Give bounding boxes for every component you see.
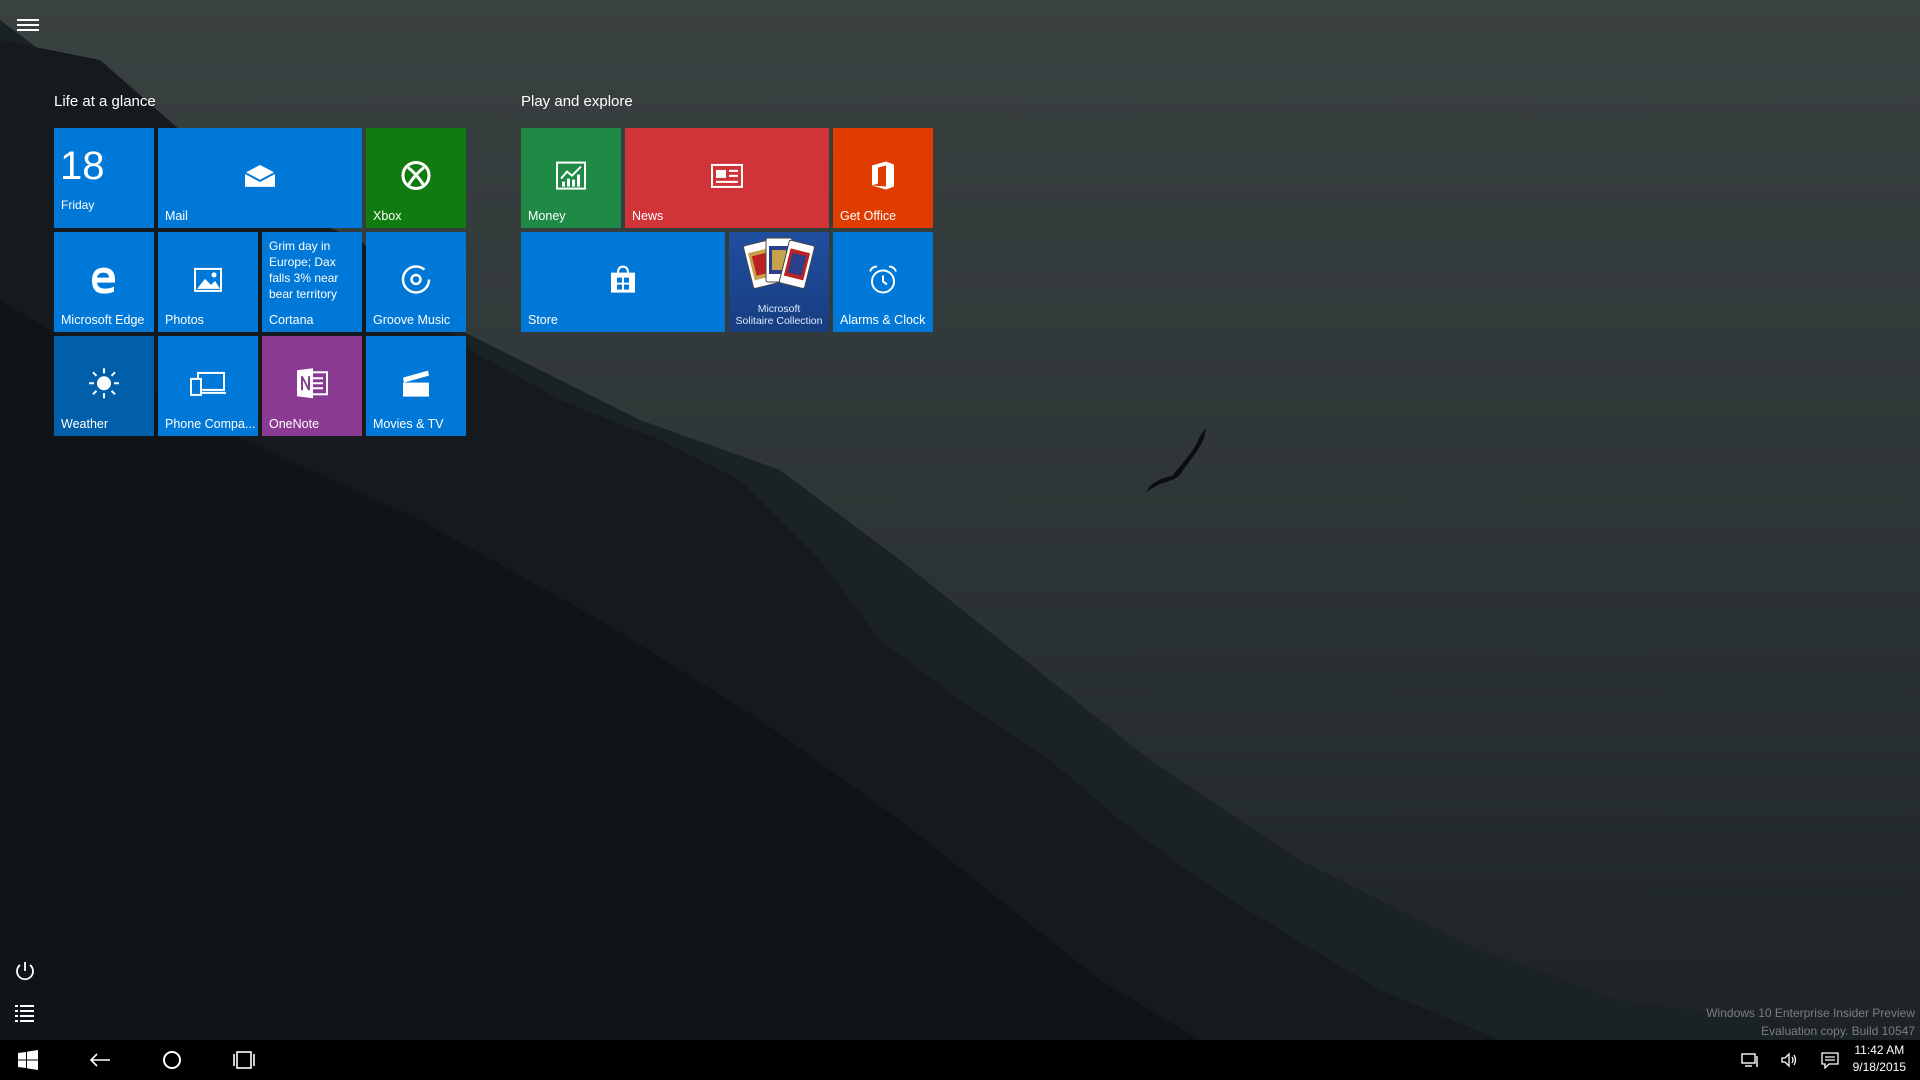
build-watermark: Windows 10 Enterprise Insider Preview Ev… xyxy=(1706,1004,1915,1040)
weather-label: Weather xyxy=(61,417,109,431)
windows-start-icon xyxy=(18,1050,38,1070)
get-office-tile[interactable]: Get Office xyxy=(833,128,933,228)
clock-time: 11:42 AM xyxy=(1854,1043,1905,1057)
office-icon xyxy=(872,161,894,190)
groove-music-icon xyxy=(401,265,431,294)
calendar-tile[interactable]: 18 Friday xyxy=(54,128,154,228)
edge-tile[interactable]: Microsoft Edge xyxy=(54,232,154,332)
back-button[interactable] xyxy=(80,1040,120,1080)
alarms-clock-label: Alarms & Clock xyxy=(840,313,926,327)
alarms-clock-tile[interactable]: Alarms & Clock xyxy=(833,232,933,332)
movies-tv-icon xyxy=(403,370,429,397)
search-button[interactable] xyxy=(152,1040,192,1080)
store-label: Store xyxy=(528,313,558,327)
news-tile[interactable]: News xyxy=(625,128,829,228)
news-icon xyxy=(711,163,743,188)
phone-companion-label: Phone Compa... xyxy=(165,417,256,431)
task-view-button[interactable] xyxy=(224,1040,264,1080)
task-view-icon xyxy=(233,1051,255,1069)
network-icon xyxy=(1741,1053,1758,1067)
calendar-date: 18 xyxy=(60,144,105,188)
mail-label: Mail xyxy=(165,209,188,223)
taskbar-clock[interactable]: 11:42 AM 9/18/2015 xyxy=(1853,1042,1906,1076)
edge-label: Microsoft Edge xyxy=(61,313,145,327)
xbox-label: Xbox xyxy=(373,209,402,223)
search-circle-icon xyxy=(163,1051,181,1069)
money-label: Money xyxy=(528,209,566,223)
movies-tv-label: Movies & TV xyxy=(373,417,444,431)
groove-music-tile[interactable]: Groove Music xyxy=(366,232,466,332)
store-tile[interactable]: Store xyxy=(521,232,725,332)
watermark-line2: Evaluation copy. Build 10547 xyxy=(1761,1024,1915,1038)
back-arrow-icon xyxy=(89,1053,110,1067)
calendar-day: Friday xyxy=(61,198,95,212)
money-tile[interactable]: Money xyxy=(521,128,621,228)
xbox-icon xyxy=(401,160,431,190)
weather-tile[interactable]: Weather xyxy=(54,336,154,436)
solitaire-label-line2: Solitaire Collection xyxy=(735,315,823,327)
cortana-headline: Grim day in Europe; Dax falls 3% near be… xyxy=(269,239,339,301)
solitaire-label: Microsoft Solitaire Collection xyxy=(729,303,829,327)
mail-tile[interactable]: Mail xyxy=(158,128,362,228)
groove-music-label: Groove Music xyxy=(373,313,451,327)
get-office-label: Get Office xyxy=(840,209,897,223)
action-center-icon xyxy=(1821,1052,1839,1069)
photos-icon xyxy=(194,267,222,292)
cortana-tile[interactable]: Grim day in Europe; Dax falls 3% near be… xyxy=(262,232,362,332)
volume-icon xyxy=(1781,1052,1797,1068)
solitaire-label-line1: Microsoft xyxy=(757,303,801,315)
watermark-line1: Windows 10 Enterprise Insider Preview xyxy=(1706,1006,1915,1020)
photos-label: Photos xyxy=(165,313,204,327)
group-title-play-and-explore: Play and explore xyxy=(521,93,633,110)
edge-icon xyxy=(92,267,116,294)
group-title-life-at-a-glance: Life at a glance xyxy=(54,93,156,110)
all-apps-list-icon[interactable] xyxy=(14,1003,36,1023)
store-bag-icon xyxy=(611,265,635,293)
money-chart-icon xyxy=(556,161,586,190)
mail-icon xyxy=(244,164,276,187)
playing-cards-icon xyxy=(743,237,815,289)
volume-button[interactable] xyxy=(1774,1040,1806,1080)
power-icon[interactable] xyxy=(14,960,36,982)
solitaire-tile[interactable]: Microsoft Solitaire Collection xyxy=(729,232,829,332)
hamburger-menu-icon[interactable] xyxy=(15,14,41,36)
action-center-button[interactable] xyxy=(1814,1040,1846,1080)
cortana-label: Cortana xyxy=(269,313,314,327)
alarm-clock-icon xyxy=(869,265,897,294)
network-button[interactable] xyxy=(1734,1040,1766,1080)
movies-tv-tile[interactable]: Movies & TV xyxy=(366,336,466,436)
start-button[interactable] xyxy=(0,1040,56,1080)
taskbar: 11:42 AM 9/18/2015 xyxy=(0,1040,1920,1080)
weather-sun-icon xyxy=(89,368,119,399)
onenote-label: OneNote xyxy=(269,417,320,431)
clock-date: 9/18/2015 xyxy=(1852,1060,1906,1074)
onenote-icon xyxy=(297,368,328,399)
onenote-tile[interactable]: OneNote xyxy=(262,336,362,436)
news-label: News xyxy=(632,209,664,223)
phone-companion-icon xyxy=(190,371,226,396)
photos-tile[interactable]: Photos xyxy=(158,232,258,332)
xbox-tile[interactable]: Xbox xyxy=(366,128,466,228)
phone-companion-tile[interactable]: Phone Compa... xyxy=(158,336,258,436)
